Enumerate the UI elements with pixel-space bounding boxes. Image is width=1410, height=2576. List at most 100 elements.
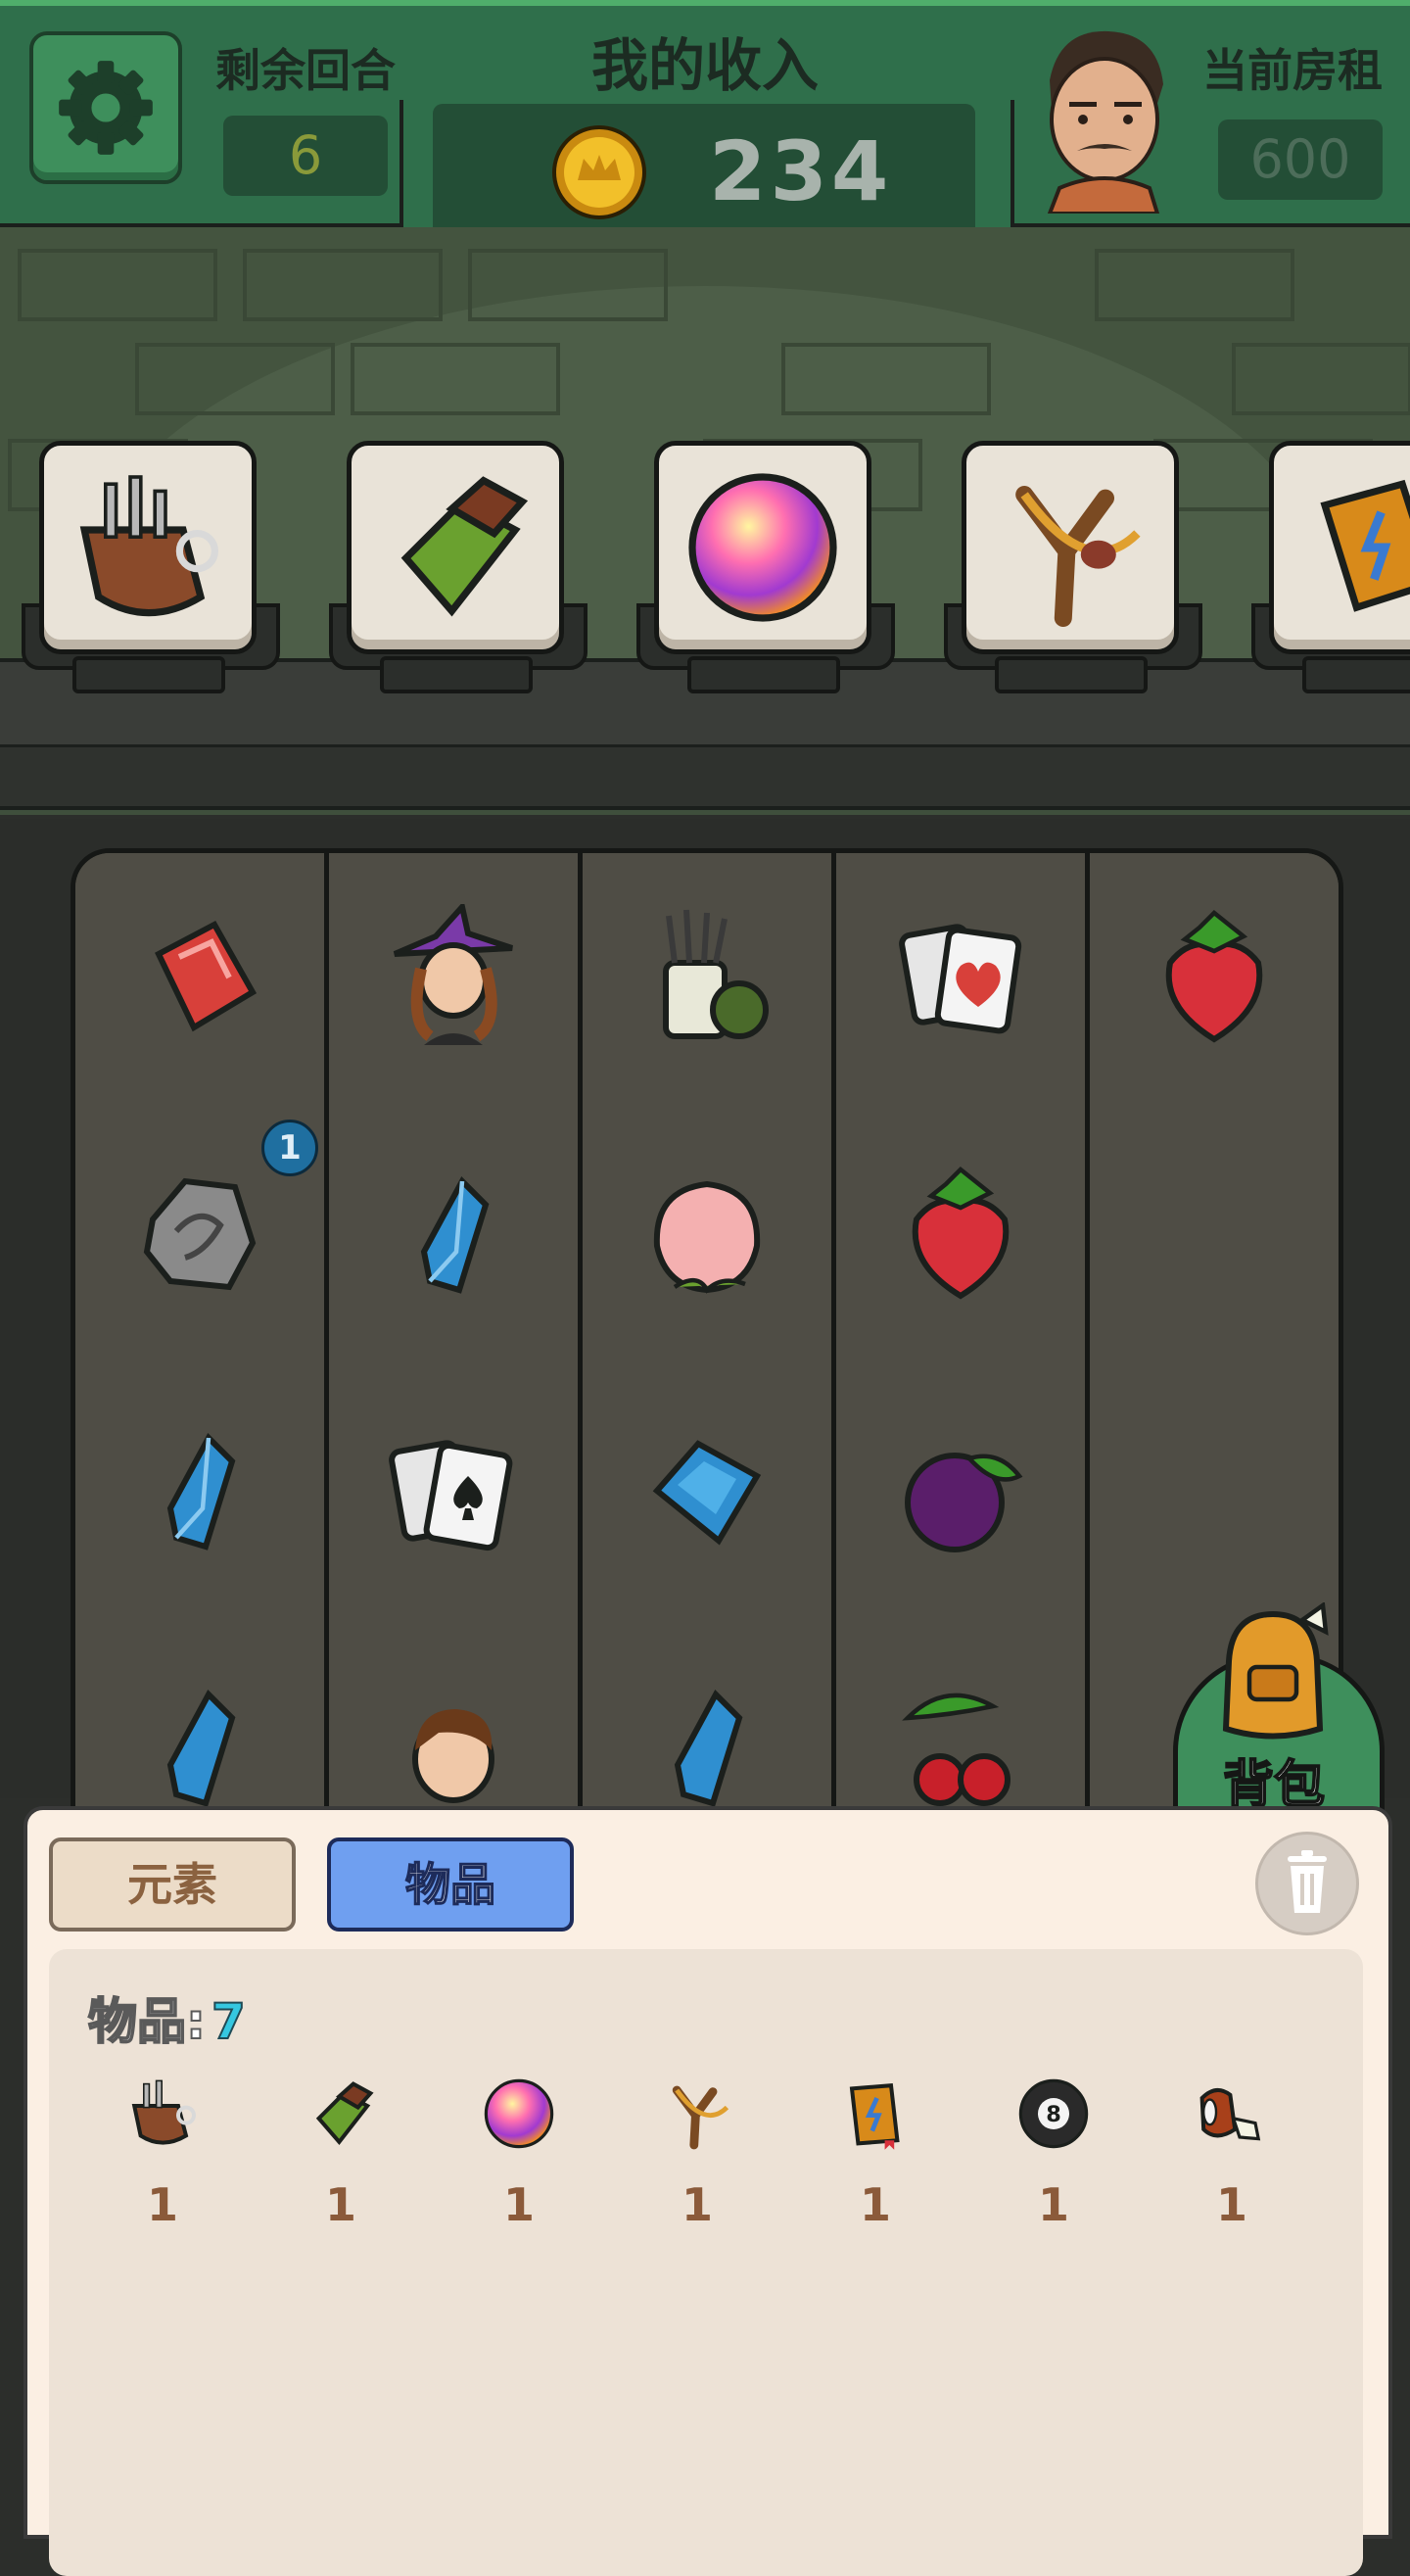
- income-display: 234: [433, 104, 975, 241]
- inventory-item[interactable]: 1: [1173, 2075, 1291, 2231]
- reel-column: [836, 853, 1090, 1833]
- rainbow-orb-icon: [484, 2078, 554, 2149]
- items-count-label: 物品:: [87, 1992, 207, 2051]
- meat-icon: [1199, 2088, 1261, 2141]
- playing-cards-spade-icon: [389, 1440, 513, 1551]
- inventory-item[interactable]: 1: [460, 2075, 578, 2231]
- toolbelt-icon: [79, 475, 218, 617]
- peach-icon: [653, 1180, 761, 1294]
- inventory-item[interactable]: 8 1: [995, 2075, 1112, 2231]
- discard-button[interactable]: [1255, 1832, 1359, 1935]
- reel-column: [583, 853, 836, 1833]
- playing-cards-heart-icon: [899, 924, 1022, 1034]
- landlord-avatar-icon: [1047, 30, 1163, 214]
- board-cell[interactable]: [836, 853, 1085, 1110]
- coin-icon: [552, 125, 646, 219]
- items-count: 物品: 7: [87, 1982, 247, 2053]
- inventory-item[interactable]: 1: [104, 2075, 221, 2231]
- stand-foot: [380, 656, 533, 693]
- inventory-item[interactable]: 1: [638, 2075, 756, 2231]
- stand-foot: [995, 656, 1148, 693]
- items-count-value: 7: [211, 1992, 247, 2051]
- chocolate-icon: [315, 2081, 374, 2145]
- boy-icon: [412, 1709, 494, 1803]
- shop-slot[interactable]: [1251, 441, 1410, 742]
- slingshot-icon: [672, 2085, 729, 2150]
- board-cell[interactable]: [583, 853, 831, 1110]
- item-count: 1: [681, 2178, 713, 2231]
- board-cell[interactable]: [836, 1110, 1085, 1366]
- reel-column: [329, 853, 583, 1833]
- board-cell[interactable]: [75, 853, 324, 1110]
- board-cell[interactable]: [329, 1366, 578, 1623]
- witch-icon: [393, 904, 513, 1045]
- shop-slot[interactable]: [636, 441, 895, 742]
- item-count: 1: [324, 2178, 356, 2231]
- board-cell[interactable]: [329, 1110, 578, 1366]
- stand-foot: [1302, 656, 1410, 693]
- current-rent-label: 当前房租: [1202, 44, 1383, 97]
- spellbook-icon: [849, 2083, 900, 2150]
- spellbook-icon: [1320, 479, 1410, 612]
- plum-icon: [905, 1453, 1023, 1552]
- blue-crystal-icon: [166, 1433, 236, 1550]
- income-title: 我的收入: [590, 32, 819, 99]
- blue-crystal-icon: [420, 1176, 490, 1294]
- item-count: 1: [502, 2178, 535, 2231]
- tab-elements[interactable]: 元素: [49, 1837, 296, 1932]
- board-cell[interactable]: [583, 1110, 831, 1366]
- backpack-icon: [1222, 1602, 1329, 1740]
- strawberry-icon: [1165, 909, 1263, 1043]
- chocolate-icon: [400, 476, 529, 617]
- slingshot-icon: [1015, 486, 1141, 627]
- dragon-stone-icon: [143, 1177, 257, 1291]
- shop-item-card[interactable]: [39, 441, 257, 654]
- count-badge: 1: [261, 1120, 318, 1176]
- shop-item-card[interactable]: [654, 441, 871, 654]
- board-cell[interactable]: [75, 1366, 324, 1623]
- backpack-button[interactable]: 背包: [1173, 1602, 1385, 1859]
- toolbelt-icon: [131, 2079, 196, 2145]
- item-count: 1: [1215, 2178, 1247, 2231]
- rainbow-orb-icon: [688, 473, 837, 622]
- inventory-item[interactable]: 1: [817, 2075, 934, 2231]
- blue-crystal-icon: [166, 1690, 236, 1807]
- shop-slot[interactable]: [22, 441, 280, 742]
- current-rent-value: 600: [1218, 119, 1383, 200]
- inventory-list-area: [49, 1949, 1363, 2576]
- shop-slot[interactable]: [944, 441, 1202, 742]
- shelf-base: [0, 744, 1410, 810]
- ruby-gem-icon: [155, 920, 258, 1032]
- item-count: 1: [1037, 2178, 1069, 2231]
- brush-pot-icon: [663, 909, 769, 1039]
- board-cell[interactable]: [583, 1366, 831, 1623]
- inventory-panel: 元素 物品 物品: 7 1 1 1 1 1 8 1 1: [24, 1806, 1392, 2576]
- shop-slot[interactable]: [329, 441, 588, 742]
- svg-text:8: 8: [1046, 2102, 1061, 2127]
- item-count: 1: [146, 2178, 178, 2231]
- income-value: 234: [709, 123, 893, 219]
- board-cell[interactable]: 1: [75, 1110, 324, 1366]
- eight-ball-icon: 8: [1018, 2078, 1089, 2149]
- stand-foot: [687, 656, 840, 693]
- cherries-icon: [902, 1693, 1010, 1806]
- blue-crystal-icon: [674, 1690, 743, 1807]
- stand-foot: [72, 656, 225, 693]
- shop-item-card[interactable]: [962, 441, 1179, 654]
- strawberry-icon: [912, 1166, 1010, 1300]
- reel-column: 1: [75, 853, 329, 1833]
- blue-gem-icon: [652, 1440, 762, 1546]
- board-cell[interactable]: [836, 1366, 1085, 1623]
- shop-item-card[interactable]: [347, 441, 564, 654]
- tab-items[interactable]: 物品: [327, 1837, 574, 1932]
- rounds-left-value: 6: [223, 116, 388, 196]
- shop-item-card[interactable]: [1269, 441, 1410, 654]
- inventory-item[interactable]: 1: [282, 2075, 400, 2231]
- shop-shelf: [0, 227, 1410, 815]
- board-cell[interactable]: [329, 853, 578, 1110]
- slot-machine-board: 1: [70, 848, 1343, 1837]
- trash-icon: [1288, 1850, 1327, 1913]
- header-bar: 剩余回合 6 我的收入 234 当前房租 600: [0, 6, 1410, 268]
- item-count: 1: [859, 2178, 891, 2231]
- board-cell[interactable]: [1090, 853, 1339, 1110]
